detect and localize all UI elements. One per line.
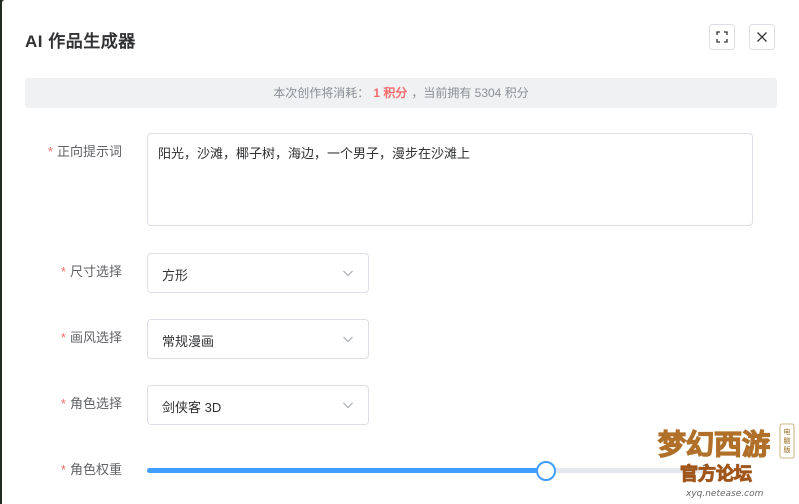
dialog-title: AI 作品生成器 — [25, 32, 136, 51]
watermark-badge: 电脑版 — [784, 427, 791, 454]
role-label: * 角色选择 — [2, 393, 122, 412]
chevron-down-icon — [343, 336, 353, 343]
required-mark: * — [60, 396, 66, 411]
required-mark: * — [60, 264, 66, 279]
prompt-label-text: 正向提示词 — [56, 144, 122, 159]
weight-value: 1 — [702, 461, 710, 476]
close-icon — [757, 32, 767, 42]
prompt-label: * 正向提示词 — [2, 141, 122, 160]
chevron-down-icon — [343, 270, 353, 277]
ai-generator-dialog: AI 作品生成器 本次创作将消耗： 1 积分 ，当前拥有 5304 积分 * 正向提示… — [2, 0, 799, 504]
notice-cost: 1 积分 — [373, 86, 408, 100]
prompt-textarea[interactable]: 阳光，沙滩，椰子树，海边，一个男子，漫步在沙滩上 — [147, 133, 753, 226]
size-select[interactable]: 方形 — [147, 253, 369, 293]
role-select-value: 剑侠客 3D — [162, 400, 222, 415]
style-select[interactable]: 常规漫画 — [147, 319, 369, 359]
notice-prefix: 本次创作将消耗： — [273, 86, 370, 100]
required-mark: * — [47, 144, 53, 159]
style-select-value: 常规漫画 — [162, 334, 215, 349]
weight-label: * 角色权重 — [2, 459, 122, 478]
weight-slider[interactable] — [147, 460, 707, 481]
required-mark: * — [60, 330, 66, 345]
watermark-line1: 梦幻西游 — [658, 428, 770, 461]
fullscreen-button[interactable] — [709, 24, 735, 50]
slider-thumb[interactable] — [535, 461, 556, 481]
style-label-text: 画风选择 — [69, 330, 122, 345]
dialog-header: AI 作品生成器 — [2, 0, 799, 76]
style-label: * 画风选择 — [2, 327, 122, 346]
watermark-badge-box — [779, 423, 795, 459]
watermark-url: xyq.netease.com — [685, 489, 764, 499]
cost-notice: 本次创作将消耗： 1 积分 ，当前拥有 5304 积分 — [25, 78, 777, 108]
notice-suffix: ，当前拥有 5304 积分 — [411, 86, 529, 100]
size-select-value: 方形 — [162, 268, 189, 283]
role-select[interactable]: 剑侠客 3D — [147, 385, 369, 425]
size-label-text: 尺寸选择 — [69, 264, 122, 279]
chevron-down-icon — [343, 402, 353, 409]
slider-fill — [147, 468, 545, 473]
size-label: * 尺寸选择 — [2, 261, 122, 280]
weight-label-text: 角色权重 — [69, 462, 122, 477]
close-button[interactable] — [749, 24, 775, 50]
role-label-text: 角色选择 — [69, 396, 122, 411]
required-mark: * — [60, 462, 66, 477]
fullscreen-icon — [716, 31, 728, 43]
